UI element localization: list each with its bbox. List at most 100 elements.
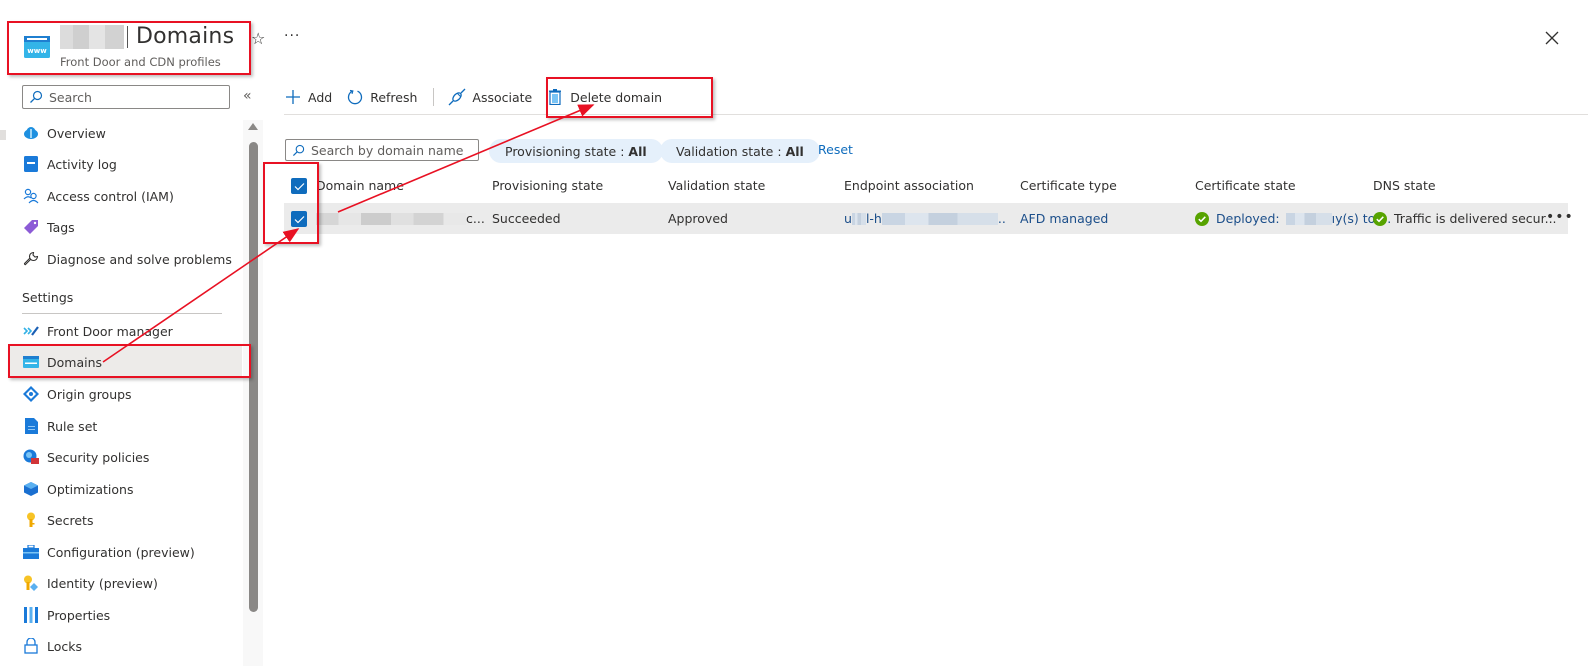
endpoint-prefix: u [844,211,852,226]
checkmark-icon [294,182,304,190]
row-checkbox[interactable] [291,211,307,227]
sidebar-item-label: Overview [47,125,106,141]
sidebar-item-properties[interactable]: Properties [8,599,242,631]
refresh-icon [346,88,364,106]
endpoint-mid: l-h [865,211,882,226]
certificate-type-link[interactable]: AFD managed [1020,211,1108,226]
sidebar-item-configuration[interactable]: Configuration (preview) [8,536,242,568]
sidebar-item-label: Locks [47,638,83,654]
domain-search-box[interactable] [285,139,479,161]
validation-state-filter[interactable]: Validation state : All [660,139,820,163]
edge-divider [0,130,6,140]
delete-domain-button[interactable]: Delete domain [546,88,662,106]
sidebar-item-label: Secrets [47,512,94,528]
refresh-button[interactable]: Refresh [346,88,417,106]
refresh-label: Refresh [370,89,418,105]
endpoint-suffix: .. [997,211,1006,226]
sidebar-item-diagnose[interactable]: Diagnose and solve problems [8,243,242,275]
filter-label: Provisioning state : [505,143,625,159]
blade-header: www Domains Front Door and CDN profiles … [0,0,1588,80]
ellipsis-icon[interactable]: ··· [284,28,300,44]
sidebar-item-label: Origin groups [47,386,132,402]
security-globe-icon [22,448,40,466]
command-bar-divider [284,114,1588,115]
menu-search-input[interactable] [49,89,219,105]
settings-section-header: Settings [22,290,74,305]
sidebar-item-tags[interactable]: Tags [8,211,242,243]
redacted-domain-name [316,212,466,225]
cloud-icon [22,124,40,142]
domain-search-input[interactable] [311,142,476,158]
domain-name-suffix: c... [466,211,485,226]
delete-domain-label: Delete domain [570,89,663,105]
trash-icon [546,88,564,106]
sidebar-item-identity[interactable]: Identity (preview) [8,567,242,599]
domain-name-cell[interactable]: c... [316,211,485,226]
toolbar-divider [433,88,435,106]
sidebar-item-label: Tags [47,219,75,235]
sidebar-item-domains[interactable]: Domains [8,346,242,378]
sidebar-item-label: Optimizations [47,481,134,497]
reset-filters-link[interactable]: Reset [818,142,853,157]
collapse-menu-icon[interactable]: « [243,88,252,104]
provisioning-state-filter[interactable]: Provisioning state : All [489,139,663,163]
redacted-endpoint-part [851,212,866,225]
column-header-certificate-type[interactable]: Certificate type [1020,178,1117,193]
lock-icon [22,637,40,655]
add-button[interactable]: Add [284,88,332,106]
add-label: Add [308,89,333,105]
sidebar-item-origin-groups[interactable]: Origin groups [8,378,242,410]
endpoint-association-link[interactable]: u l-h .. [844,211,1006,226]
page-title: Domains [136,24,235,49]
column-header-provisioning-state[interactable]: Provisioning state [492,178,603,193]
page-subtitle: Front Door and CDN profiles [60,55,221,69]
sidebar-item-secrets[interactable]: Secrets [8,504,242,536]
column-header-endpoint-association[interactable]: Endpoint association [844,178,974,193]
associate-label: Associate [472,89,533,105]
sidebar-item-security-policies[interactable]: Security policies [8,441,242,473]
sidebar-item-locks[interactable]: Locks [8,630,242,662]
wrench-icon [22,250,40,268]
front-door-icon [22,322,40,340]
success-check-icon [1195,211,1209,226]
provisioning-state-cell: Succeeded [492,211,561,226]
cube-icon [22,480,40,498]
filter-value: All [628,143,647,159]
people-icon [22,187,40,205]
menu-search-box[interactable] [22,85,230,109]
origin-groups-icon [22,385,40,403]
sidebar-item-access-control[interactable]: Access control (IAM) [8,180,242,212]
column-header-validation-state[interactable]: Validation state [668,178,765,193]
sidebar-item-optimizations[interactable]: Optimizations [8,473,242,505]
sidebar-item-label: Properties [47,607,111,623]
toolbox-icon [22,543,40,561]
sidebar-item-rule-set[interactable]: Rule set [8,410,242,442]
row-more-actions-icon[interactable]: ••• [1546,209,1574,225]
select-all-checkbox[interactable] [291,178,307,194]
sidebar-item-front-door-manager[interactable]: Front Door manager [8,315,242,347]
sidebar-item-label: Front Door manager [47,323,173,339]
sidebar-item-activity-log[interactable]: Activity log [8,148,242,180]
plug-link-icon [448,88,466,106]
scrollbar-thumb[interactable] [249,142,258,612]
checkmark-icon [294,215,304,223]
tag-icon [22,218,40,236]
activity-log-icon [22,155,40,173]
scroll-up-arrow-icon[interactable] [248,123,258,130]
certificate-state-link[interactable]: Deployed: ıy(s) to ... [1195,211,1391,226]
filter-value: All [785,143,804,159]
column-header-domain-name[interactable]: Domain name [316,178,404,193]
table-row[interactable]: c... Succeeded Approved u l-h .. AFD man… [284,203,1573,234]
redacted-resource-name [60,24,124,49]
identity-key-icon [22,574,40,592]
column-header-dns-state[interactable]: DNS state [1373,178,1436,193]
star-icon[interactable]: ☆ [251,29,265,48]
success-check-icon [1373,211,1387,226]
close-icon[interactable] [1542,28,1562,48]
associate-button[interactable]: Associate [448,88,532,106]
filter-label: Validation state : [676,143,782,159]
title-separator [127,25,128,48]
column-header-certificate-state[interactable]: Certificate state [1195,178,1296,193]
sidebar-item-label: Diagnose and solve problems [47,251,232,267]
sidebar-item-overview[interactable]: Overview [8,117,242,149]
